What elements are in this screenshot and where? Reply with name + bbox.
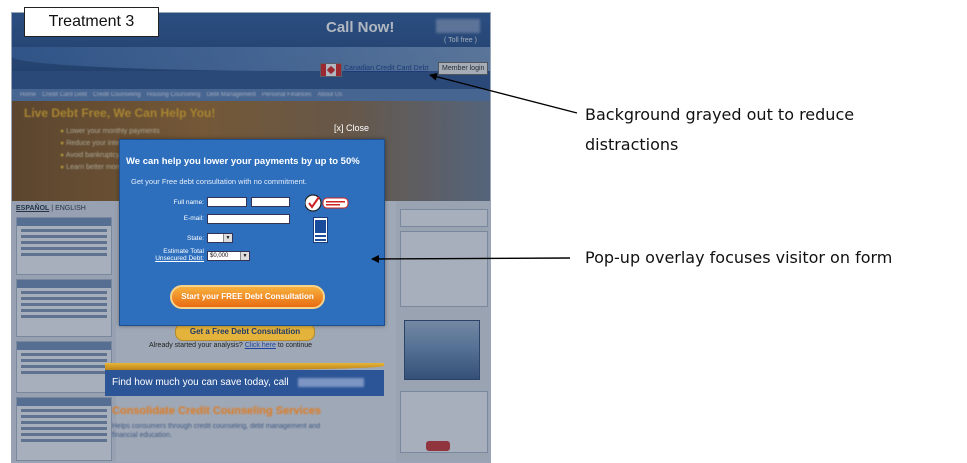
arrow-icon bbox=[429, 72, 578, 114]
arrow-icon bbox=[371, 254, 571, 263]
annotation-arrows bbox=[371, 72, 578, 263]
